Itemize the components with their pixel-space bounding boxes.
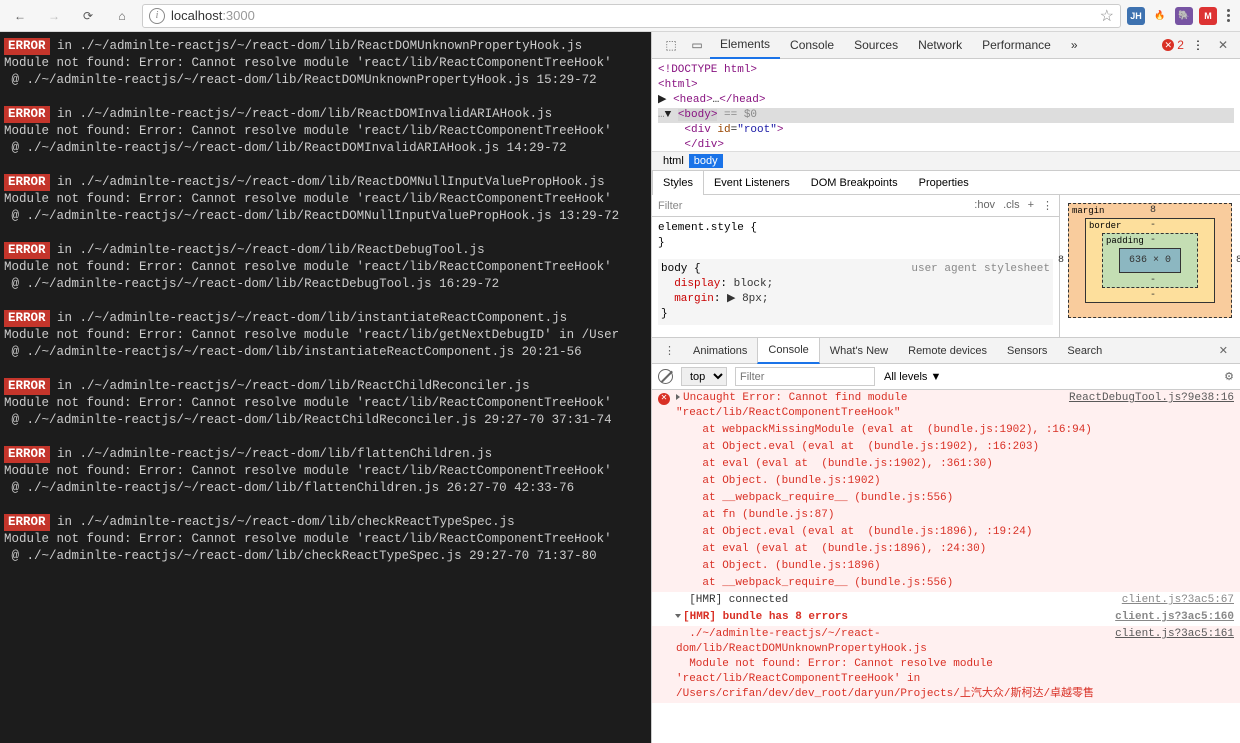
console-settings-icon[interactable]: ⚙ xyxy=(1224,370,1234,383)
extensions: JH 🔥 🐘 M xyxy=(1127,7,1217,25)
tab-search[interactable]: Search xyxy=(1057,338,1112,364)
extension-icon[interactable]: JH xyxy=(1127,7,1145,25)
site-info-icon[interactable]: i xyxy=(149,8,165,24)
dom-tree[interactable]: <!DOCTYPE html> <html> ▶ <head>…</head> … xyxy=(652,59,1240,151)
address-bar[interactable]: i localhost:3000 ☆ xyxy=(142,4,1121,28)
add-rule-button[interactable]: + xyxy=(1028,199,1034,212)
box-model: margin 8 8 8 border - padding - 636 × 0 … xyxy=(1060,195,1240,337)
error-count-badge[interactable]: ✕2 xyxy=(1162,38,1184,52)
tab-network[interactable]: Network xyxy=(908,32,972,59)
devtools-close-icon[interactable]: ✕ xyxy=(1212,38,1234,52)
breadcrumb-item[interactable]: body xyxy=(689,154,723,168)
styles-filter-input[interactable]: Filter xyxy=(658,200,682,212)
clear-console-icon[interactable] xyxy=(658,369,673,384)
home-button[interactable]: ⌂ xyxy=(108,5,136,27)
styles-tabs: Styles Event Listeners DOM Breakpoints P… xyxy=(652,171,1240,195)
tab-whats-new[interactable]: What's New xyxy=(820,338,898,364)
tab-event-listeners[interactable]: Event Listeners xyxy=(704,171,801,195)
url-text: localhost:3000 xyxy=(171,8,255,23)
browser-toolbar: ← → ⟳ ⌂ i localhost:3000 ☆ JH 🔥 🐘 M xyxy=(0,0,1240,32)
dom-breadcrumb[interactable]: html body xyxy=(652,151,1240,171)
extension-icon[interactable]: 🐘 xyxy=(1175,7,1193,25)
chrome-menu-icon[interactable] xyxy=(1223,9,1234,22)
styles-menu-icon[interactable]: ⋮ xyxy=(1042,199,1053,212)
tab-animations[interactable]: Animations xyxy=(683,338,757,364)
cls-toggle[interactable]: .cls xyxy=(1003,199,1020,212)
tab-drawer-console[interactable]: Console xyxy=(757,338,819,364)
devtools-menu-icon[interactable]: ⋮ xyxy=(1192,38,1204,52)
tab-remote-devices[interactable]: Remote devices xyxy=(898,338,997,364)
tab-elements[interactable]: Elements xyxy=(710,32,780,59)
tab-dom-breakpoints[interactable]: DOM Breakpoints xyxy=(801,171,909,195)
console-levels-select[interactable]: All levels ▼ xyxy=(883,370,942,384)
back-button[interactable]: ← xyxy=(6,5,34,27)
page-terminal-output: ERROR in ./~/adminlte-reactjs/~/react-do… xyxy=(0,32,651,743)
tab-sensors[interactable]: Sensors xyxy=(997,338,1057,364)
inspect-element-icon[interactable]: ⬚ xyxy=(658,38,684,52)
forward-button[interactable]: → xyxy=(40,5,68,27)
devtools-tabs: ⬚ ▭ Elements Console Sources Network Per… xyxy=(652,32,1240,59)
console-drawer: ⋮ Animations Console What's New Remote d… xyxy=(652,337,1240,743)
tab-sources[interactable]: Sources xyxy=(844,32,908,59)
tab-performance[interactable]: Performance xyxy=(972,32,1061,59)
console-output[interactable]: ✕Uncaught Error: Cannot find module "rea… xyxy=(652,390,1240,743)
extension-icon[interactable]: M xyxy=(1199,7,1217,25)
devtools-panel: ⬚ ▭ Elements Console Sources Network Per… xyxy=(651,32,1240,743)
drawer-close-icon[interactable]: ✕ xyxy=(1211,344,1236,357)
bookmark-star-icon[interactable]: ☆ xyxy=(1100,6,1114,26)
styles-rules[interactable]: element.style { } user agent stylesheet … xyxy=(652,217,1059,337)
console-context-select[interactable]: top xyxy=(681,367,727,386)
tabs-overflow-icon[interactable]: » xyxy=(1061,32,1088,59)
drawer-tabs: ⋮ Animations Console What's New Remote d… xyxy=(652,338,1240,364)
breadcrumb-item[interactable]: html xyxy=(658,154,689,168)
tab-console[interactable]: Console xyxy=(780,32,844,59)
console-toolbar: top All levels ▼ ⚙ xyxy=(652,364,1240,390)
reload-button[interactable]: ⟳ xyxy=(74,5,102,27)
tab-properties[interactable]: Properties xyxy=(909,171,980,195)
console-filter-input[interactable] xyxy=(735,367,875,386)
hov-toggle[interactable]: :hov xyxy=(974,199,995,212)
extension-icon[interactable]: 🔥 xyxy=(1151,7,1169,25)
styles-filter-row: Filter :hov .cls + ⋮ xyxy=(652,195,1059,217)
tab-styles[interactable]: Styles xyxy=(652,171,704,195)
drawer-menu-icon[interactable]: ⋮ xyxy=(656,344,683,357)
device-toggle-icon[interactable]: ▭ xyxy=(684,38,710,52)
